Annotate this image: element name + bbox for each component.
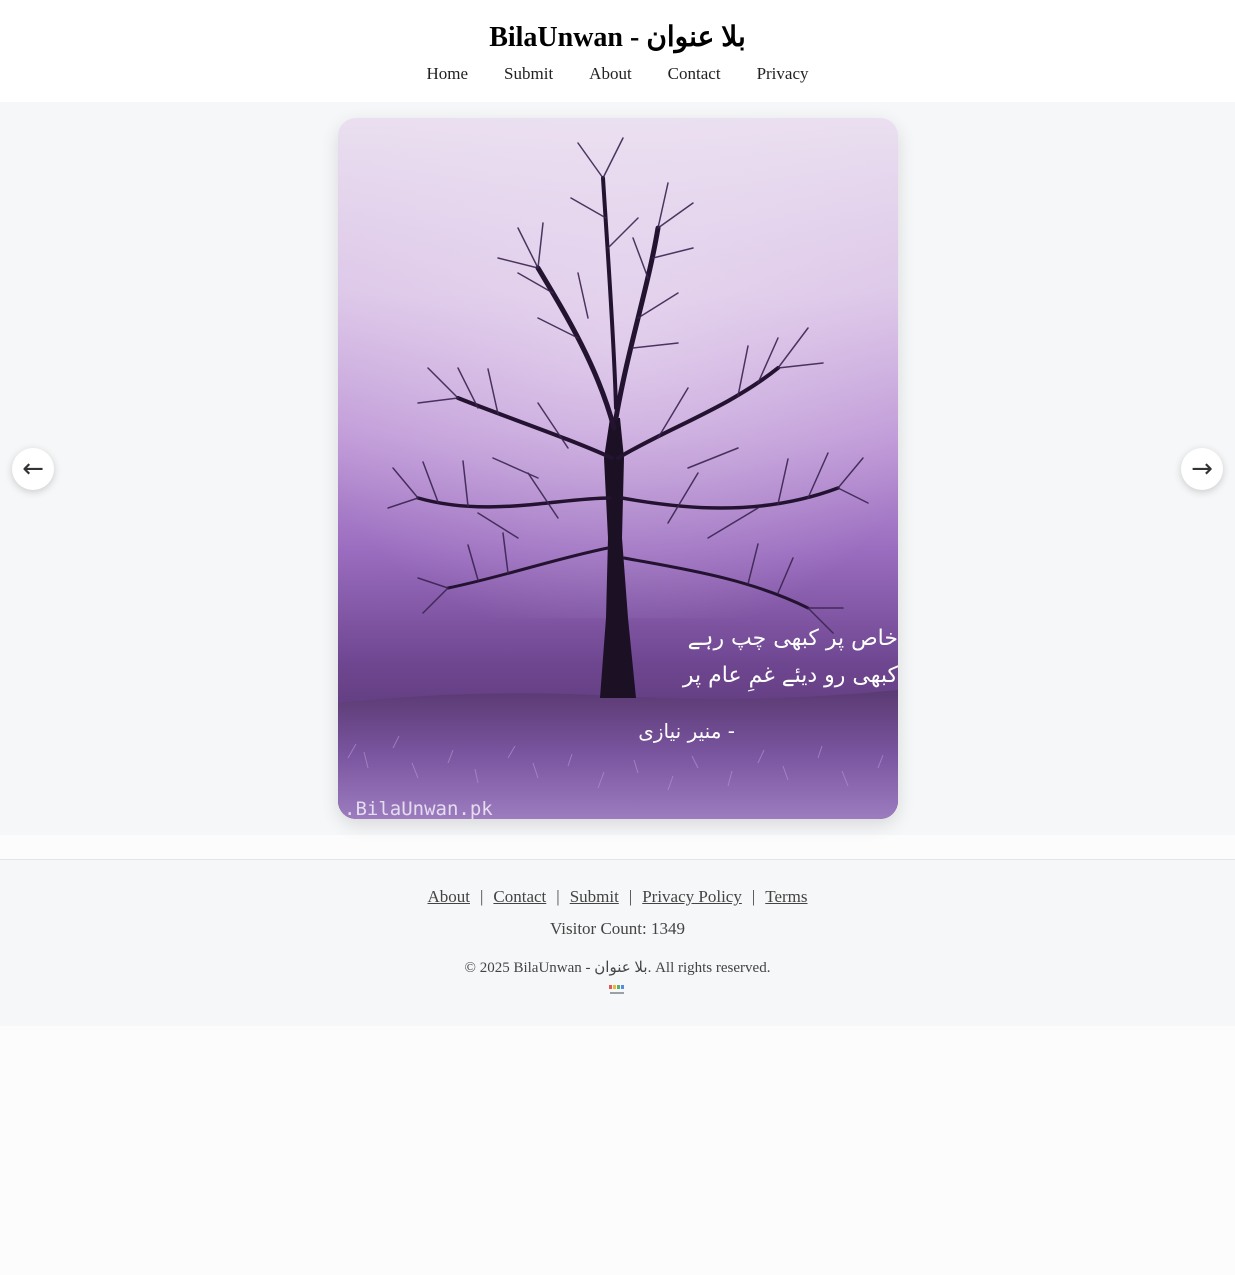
main-nav: Home Submit About Contact Privacy (0, 62, 1235, 86)
image-watermark: .BilaUnwan.pk (344, 798, 493, 819)
footer-terms-link[interactable]: Terms (765, 887, 807, 906)
poetry-slide-image: خاص پر کبھی چپ رہے کبھی رو دیئے غمِ عام … (338, 118, 898, 819)
image-slider: ← خاص پر کبھی چپ رہے کبھی رو دیئے غمِ عا… (0, 102, 1235, 835)
footer-separator: | (628, 887, 633, 906)
page: BilaUnwan - بلا عنوان Home Submit About … (0, 0, 1235, 1275)
nav-home-link[interactable]: Home (409, 62, 487, 86)
visitor-count: Visitor Count: 1349 (550, 919, 685, 938)
site-footer: About | Contact | Submit | Privacy Policy | Term… (0, 859, 1235, 1026)
footer-submit-link[interactable]: Submit (570, 887, 619, 906)
footer-separator: | (556, 887, 560, 906)
footer-about-link[interactable]: About (427, 887, 470, 906)
arrow-left-icon: ← (22, 454, 44, 484)
prev-arrow-button[interactable]: ← (12, 448, 54, 490)
nav-privacy-link[interactable]: Privacy (739, 62, 827, 86)
nav-about-link[interactable]: About (571, 62, 650, 86)
poetry-image-art: خاص پر کبھی چپ رہے کبھی رو دیئے غمِ عام … (338, 118, 898, 819)
footer-contact-link[interactable]: Contact (493, 887, 546, 906)
arrow-right-icon: → (1191, 454, 1213, 484)
footer-separator: | (479, 887, 484, 906)
poet-name: - منیر نیازی (638, 719, 735, 743)
poem-line-1: خاص پر کبھی چپ رہے (688, 626, 898, 651)
site-title[interactable]: BilaUnwan - بلا عنوان (0, 20, 1235, 56)
site-header: BilaUnwan - بلا عنوان Home Submit About … (0, 0, 1235, 102)
copyright-text: © 2025 BilaUnwan - بلا عنوان. All rights… (464, 960, 771, 976)
site-logo-icon (609, 985, 624, 994)
footer-links: About | Contact | Submit | Privacy Policy | Term… (0, 886, 1235, 908)
nav-submit-link[interactable]: Submit (486, 62, 571, 86)
nav-contact-link[interactable]: Contact (650, 62, 739, 86)
footer-privacy-policy-link[interactable]: Privacy Policy (642, 887, 742, 906)
footer-separator: | (751, 887, 756, 906)
next-arrow-button[interactable]: → (1181, 448, 1223, 490)
